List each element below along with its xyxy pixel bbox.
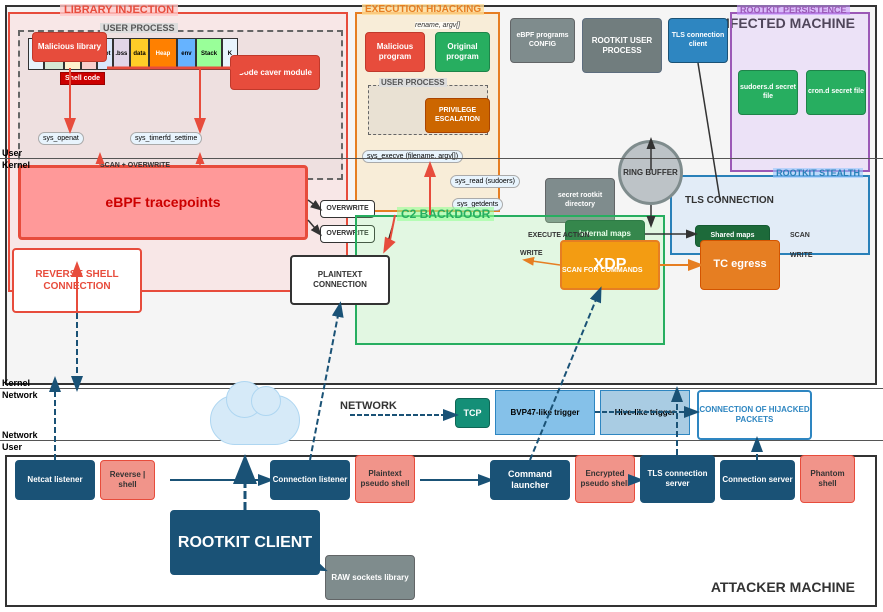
exec-hijacking-label: EXECUTION HIJACKING: [362, 4, 484, 15]
tls-connection-client-box: TLS connection client: [668, 18, 728, 63]
netcat-listener-box: Netcat listener: [15, 460, 95, 500]
reverse-shell-connection-box: REVERSE SHELL CONNECTION: [12, 248, 142, 313]
kernel-label-2: Kernel: [2, 378, 30, 388]
hive-box: Hive-like trigger: [600, 390, 690, 435]
mem-data: data: [130, 38, 150, 70]
tls-connection-server-box: TLS connection server: [640, 455, 715, 503]
cron-box: cron.d secret file: [806, 70, 866, 115]
network-region-label: NETWORK: [340, 400, 397, 412]
sudoers-box: sudoers.d secret file: [738, 70, 798, 115]
malicious-library-box: Malicious library: [32, 32, 107, 62]
phantom-shell-box: Phantom shell: [800, 455, 855, 503]
user-label-2: User: [2, 442, 22, 452]
hijacked-packets-box: CONNECTION OF HIJACKED PACKETS: [697, 390, 812, 440]
rootkit-stealth-label: ROOTKIT STEALTH: [773, 168, 863, 178]
mem-bss: .bss: [113, 38, 129, 70]
original-program-box: Original program: [435, 32, 490, 72]
rootkit-user-process-box: ROOTKIT USER PROCESS: [582, 18, 662, 73]
tls-connection-label: TLS CONNECTION: [685, 195, 774, 206]
write2-label: WRITE: [790, 252, 813, 259]
code-caver-box: Code caver module: [230, 55, 320, 90]
network-user-separator: [0, 440, 883, 441]
plaintext-connection-box: PLAINTEXT CONNECTION: [290, 255, 390, 305]
scan-label: SCAN: [790, 232, 810, 239]
sys-execve-label: sys_execve (filename, argv[]): [362, 150, 463, 163]
write1-label: WRITE: [520, 250, 543, 257]
library-injection-label: LIBRARY INJECTION: [60, 4, 178, 16]
shell-code-box: Shell code: [60, 72, 105, 85]
ebpf-tracepoints-box: eBPF tracepoints: [18, 165, 308, 240]
connection-listener-box: Connection listener: [270, 460, 350, 500]
scan-for-commands-label: SCAN FOR COMMANDS: [562, 267, 643, 274]
rootkit-persistence-label: ROOTKIT PERSISTENCE: [737, 5, 850, 15]
user-kernel-separator: [0, 158, 883, 159]
mem-heap: Heap: [149, 38, 176, 70]
tc-egress-box: TC egress: [700, 240, 780, 290]
mem-stack: Stack: [196, 38, 221, 70]
sys-openat-label: sys_openat: [38, 132, 84, 145]
raw-sockets-box: RAW sockets library: [325, 555, 415, 600]
ebpf-config-box: eBPF programs CONFIG: [510, 18, 575, 63]
xdp-box: XDP: [560, 240, 660, 290]
tcp-box: TCP: [455, 398, 490, 428]
plaintext-pseudo-shell-box: Plaintext pseudo shell: [355, 455, 415, 503]
encrypted-pseudo-shell-box: Encrypted pseudo shell: [575, 455, 635, 503]
attacker-machine-label: ATTACKER MACHINE: [711, 579, 855, 595]
privilege-escalation-box: PRIVILEGE ESCALATION: [425, 98, 490, 133]
reverse-shell-box: Reverse | shell: [100, 460, 155, 500]
network-label-2: Network: [2, 430, 38, 440]
user-process-inner-label: USER PROCESS: [100, 23, 178, 33]
sys-read-label: sys_read (sudoers): [450, 175, 520, 188]
mem-env: env: [177, 38, 197, 70]
kernel-label-1: Kernel: [2, 160, 30, 170]
connection-server-box: Connection server: [720, 460, 795, 500]
cloud-shape: [210, 395, 300, 445]
kernel-network-separator: [0, 388, 883, 389]
c2-backdoor-label: C2 BACKDOOR: [397, 207, 494, 221]
rename-argv-label: rename, argv[]: [415, 22, 460, 29]
diagram: INFECTED MACHINE LIBRARY INJECTION USER …: [0, 0, 883, 612]
scan-overwrite-label: SCAN + OVERWRITE: [100, 162, 170, 169]
malicious-program-box: Malicious program: [365, 32, 425, 72]
user-process-exec-label: USER PROCESS: [379, 78, 447, 87]
execute-action-label: EXECUTE ACTION: [528, 232, 590, 239]
user-label-1: User: [2, 148, 22, 158]
ring-buffer: RING BUFFER: [618, 140, 683, 205]
sys-timerfd-label: sys_timerfd_settime: [130, 132, 202, 145]
rootkit-client-box: ROOTKIT CLIENT: [170, 510, 320, 575]
network-label-1: Network: [2, 390, 38, 400]
command-launcher-box: Command launcher: [490, 460, 570, 500]
bvp47-box: BVP47-like trigger: [495, 390, 595, 435]
